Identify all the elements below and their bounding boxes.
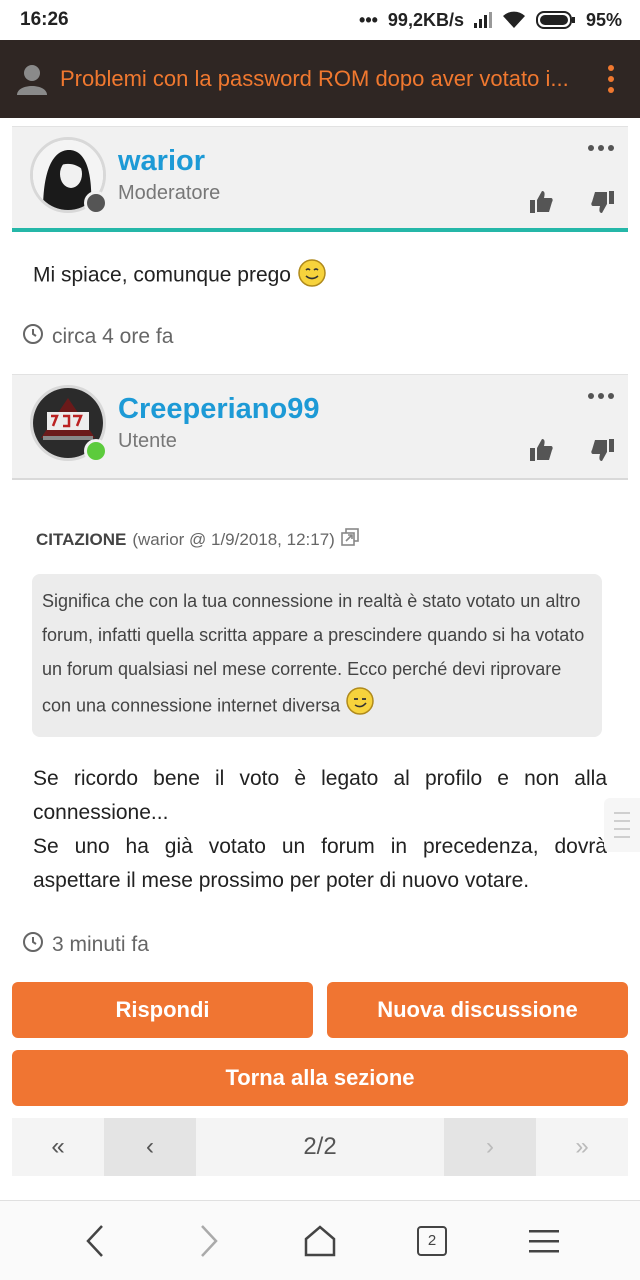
user-icon[interactable] (14, 61, 50, 97)
thumbs-down-icon[interactable] (590, 189, 616, 215)
page-title: Problemi con la password ROM dopo aver v… (60, 66, 569, 91)
vote-controls (528, 189, 616, 215)
signal-icon (473, 12, 492, 28)
home-icon[interactable] (295, 1216, 345, 1266)
clock-icon (22, 323, 44, 351)
online-indicator (84, 439, 108, 463)
overflow-menu-icon[interactable] (596, 65, 626, 93)
thumbs-down-icon[interactable] (590, 437, 616, 463)
username-link[interactable]: Creeperiano99 (118, 393, 320, 426)
post-text: Se uno ha già votato un forum in precede… (33, 835, 607, 892)
go-to-quote-icon[interactable] (341, 528, 359, 551)
pagination: « ‹ 2/2 › » (12, 1118, 628, 1176)
timestamp-text: 3 minuti fa (52, 933, 149, 956)
wink-emoji-icon (345, 686, 375, 727)
post-timestamp: 3 minuti fa (22, 931, 149, 959)
quote-header: CITAZIONE (warior @ 1/9/2018, 12:17) (36, 528, 359, 551)
quote-label: CITAZIONE (36, 529, 127, 549)
status-bar: 16:26 ••• 99,2KB/s 95% (0, 0, 640, 40)
post-timestamp: circa 4 ore fa (22, 323, 173, 351)
new-topic-button[interactable]: Nuova discussione (327, 982, 628, 1038)
thumbs-up-icon[interactable] (528, 189, 554, 215)
post-options-icon[interactable] (588, 393, 614, 399)
quote-text: Significa che con la tua connessione in … (42, 591, 585, 716)
last-page-button[interactable]: » (536, 1118, 628, 1176)
post-body: Se ricordo bene il voto è legato al prof… (33, 762, 607, 898)
post-header: warior Moderatore (12, 126, 628, 232)
user-role: Moderatore (118, 182, 221, 204)
prev-page-button[interactable]: ‹ (104, 1118, 196, 1176)
quote-meta: (warior @ 1/9/2018, 12:17) (132, 529, 335, 549)
status-right: ••• 99,2KB/s 95% (359, 10, 622, 31)
timestamp-text: circa 4 ore fa (52, 325, 174, 348)
back-to-section-button[interactable]: Torna alla sezione (12, 1050, 628, 1106)
more-notifications-icon: ••• (359, 9, 378, 30)
quote-box: Significa che con la tua connessione in … (32, 574, 602, 737)
post-text: Mi spiace, comunque prego (33, 263, 291, 287)
menu-icon[interactable] (519, 1216, 569, 1266)
offline-indicator (84, 191, 108, 215)
first-page-button[interactable]: « (12, 1118, 104, 1176)
post-text: Se ricordo bene il voto è legato al prof… (33, 767, 607, 824)
page-indicator: 2/2 (196, 1118, 444, 1176)
browser-nav-bar: 2 (0, 1200, 640, 1280)
post-body: Mi spiace, comunque prego (33, 258, 327, 294)
tab-count: 2 (417, 1225, 447, 1256)
app-bar: Problemi con la password ROM dopo aver v… (0, 40, 640, 118)
avatar[interactable] (30, 137, 108, 215)
status-time: 16:26 (20, 9, 69, 30)
battery-percent: 95% (585, 9, 622, 30)
reply-button[interactable]: Rispondi (12, 982, 313, 1038)
thumbs-up-icon[interactable] (528, 437, 554, 463)
scroll-handle[interactable] (604, 798, 640, 852)
user-role: Utente (118, 430, 177, 452)
avatar[interactable] (30, 385, 108, 463)
post-options-icon[interactable] (588, 145, 614, 151)
wifi-icon (502, 11, 526, 29)
back-icon[interactable] (71, 1216, 121, 1266)
vote-controls (528, 437, 616, 463)
username-link[interactable]: warior (118, 145, 205, 178)
forward-icon[interactable] (183, 1216, 233, 1266)
next-page-button[interactable]: › (444, 1118, 536, 1176)
tabs-button[interactable]: 2 (407, 1216, 457, 1266)
network-speed: 99,2KB/s (387, 9, 464, 30)
smile-emoji-icon (297, 258, 327, 294)
post-header: Creeperiano99 Utente (12, 374, 628, 480)
clock-icon (22, 931, 44, 959)
battery-icon (535, 10, 576, 30)
